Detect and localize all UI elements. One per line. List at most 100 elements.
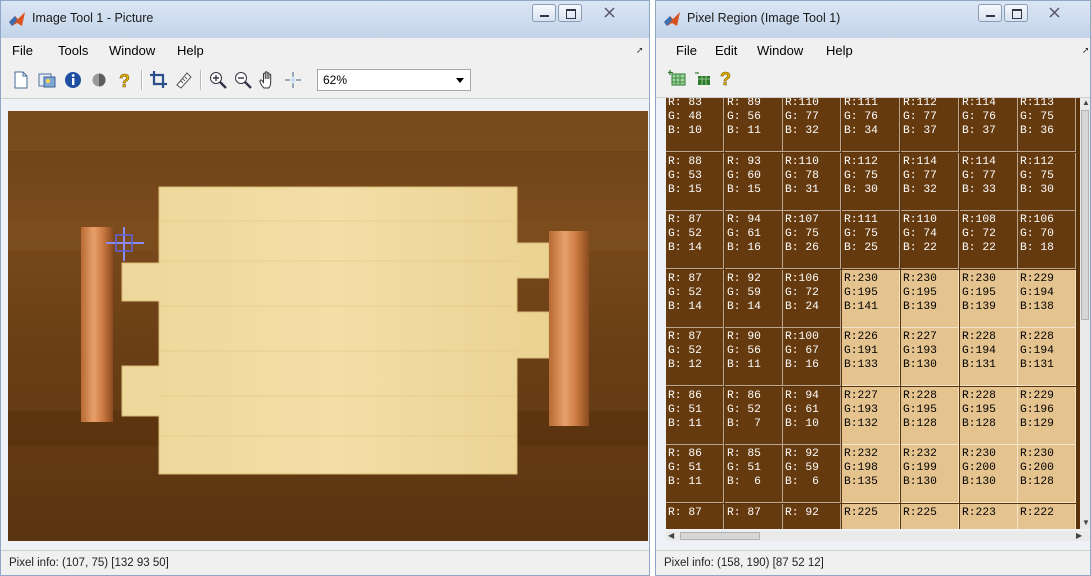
scroll-right-icon[interactable]: ▶ <box>1076 531 1082 540</box>
vertical-scroll-thumb[interactable] <box>1081 110 1089 320</box>
pan-hand-icon[interactable] <box>258 70 278 90</box>
menu-edit[interactable]: Edit <box>715 43 737 58</box>
pixel-cell[interactable]: R: 83 G: 48 B: 10 <box>666 98 724 152</box>
pixel-cell[interactable]: R: 94 G: 61 B: 10 <box>783 387 841 445</box>
pixel-cell[interactable]: R: 92 <box>783 504 841 529</box>
pixel-cell[interactable]: R: 86 G: 51 B: 11 <box>666 387 724 445</box>
pixel-cell[interactable]: R: 92 G: 59 B: 6 <box>783 445 841 503</box>
help-icon[interactable]: ? <box>716 68 736 88</box>
pixel-cell-red-value: R:110 <box>785 156 819 168</box>
pixel-cell[interactable]: R:114 G: 76 B: 37 <box>960 98 1018 152</box>
title-bar[interactable]: Pixel Region (Image Tool 1) <box>656 1 1090 37</box>
horizontal-scroll-thumb[interactable] <box>680 532 760 540</box>
pixel-cell[interactable]: R: 94 G: 61 B: 16 <box>725 211 783 269</box>
pixel-cell[interactable]: R:114 G: 77 B: 32 <box>901 153 959 211</box>
pixel-cell[interactable]: R:108 G: 72 B: 22 <box>960 211 1018 269</box>
pixel-cell[interactable]: R: 89 G: 56 B: 11 <box>725 98 783 152</box>
pixel-cell[interactable]: R: 87 G: 52 B: 14 <box>666 270 724 328</box>
close-button[interactable] <box>1036 4 1076 22</box>
maximize-button[interactable] <box>1004 4 1028 22</box>
maximize-button[interactable] <box>558 4 582 22</box>
scroll-up-icon[interactable]: ▲ <box>1082 98 1090 107</box>
close-button[interactable] <box>591 4 631 22</box>
tile-icon[interactable] <box>693 68 713 88</box>
scroll-left-icon[interactable]: ◀ <box>668 531 674 540</box>
pixel-cell[interactable]: R:228 G:195 B:128 <box>901 387 959 445</box>
pixel-cell[interactable]: R:225 <box>901 504 959 529</box>
pixel-region-icon[interactable] <box>668 68 688 88</box>
minimize-button[interactable] <box>532 4 556 22</box>
pixel-cell[interactable]: R:227 G:193 B:132 <box>842 387 900 445</box>
pixel-cell[interactable]: R:223 <box>960 504 1018 529</box>
pixel-cell[interactable]: R: 86 G: 52 B: 7 <box>725 387 783 445</box>
zoom-level-select[interactable]: 62% <box>317 69 471 91</box>
menu-file[interactable]: File <box>12 43 33 58</box>
pixel-cell[interactable]: R:112 G: 75 B: 30 <box>842 153 900 211</box>
pixel-cell[interactable]: R:227 G:193 B:130 <box>901 328 959 386</box>
pixel-cell[interactable]: R:113 G: 75 B: 36 <box>1018 98 1076 152</box>
horizontal-scrollbar[interactable]: ◀ ▶ <box>666 531 1090 541</box>
minimize-button[interactable] <box>978 4 1002 22</box>
pixel-cell[interactable]: R:114 G: 77 B: 33 <box>960 153 1018 211</box>
pixel-cell[interactable]: R:107 G: 75 B: 26 <box>783 211 841 269</box>
menu-file[interactable]: File <box>676 43 697 58</box>
pixel-cell[interactable]: R:222 <box>1018 504 1076 529</box>
menu-help[interactable]: Help <box>826 43 853 58</box>
vertical-scrollbar[interactable]: ▲ ▼ <box>1080 98 1090 529</box>
pixel-cell[interactable]: R:225 <box>842 504 900 529</box>
info-icon[interactable] <box>63 70 83 90</box>
contrast-icon[interactable] <box>89 70 109 90</box>
pixel-region-icon[interactable] <box>283 70 303 90</box>
measure-distance-icon[interactable] <box>174 70 194 90</box>
pixel-cell[interactable]: R:230 G:195 B:139 <box>901 270 959 328</box>
pixel-cell[interactable]: R: 92 G: 59 B: 14 <box>725 270 783 328</box>
menu-help[interactable]: Help <box>177 43 204 58</box>
zoom-out-icon[interactable] <box>233 70 253 90</box>
pixel-cell[interactable]: R:111 G: 75 B: 25 <box>842 211 900 269</box>
pixel-cell[interactable]: R: 87 G: 52 B: 12 <box>666 328 724 386</box>
copy-image-icon[interactable] <box>37 70 57 90</box>
pixel-cell[interactable]: R:230 G:200 B:128 <box>1018 445 1076 503</box>
pixel-cell[interactable]: R: 86 G: 51 B: 11 <box>666 445 724 503</box>
title-bar[interactable]: Image Tool 1 - Picture <box>1 1 649 37</box>
pixel-cell[interactable]: R:111 G: 76 B: 34 <box>842 98 900 152</box>
pixel-cell[interactable]: R:228 G:194 B:131 <box>1018 328 1076 386</box>
pixel-cell[interactable]: R: 87 G: 52 B: 14 <box>666 211 724 269</box>
pixel-cell[interactable]: R: 90 G: 56 B: 11 <box>725 328 783 386</box>
zoom-in-icon[interactable] <box>208 70 228 90</box>
pixel-cell[interactable]: R: 88 G: 53 B: 15 <box>666 153 724 211</box>
pixel-cell[interactable]: R:110 G: 77 B: 32 <box>783 98 841 152</box>
pixel-cell[interactable]: R:110 G: 74 B: 22 <box>901 211 959 269</box>
scroll-down-icon[interactable]: ▼ <box>1082 518 1090 527</box>
crop-icon[interactable] <box>149 70 169 90</box>
help-icon[interactable]: ? <box>115 70 135 90</box>
pixel-cell[interactable]: R:110 G: 78 B: 31 <box>783 153 841 211</box>
new-figure-icon[interactable] <box>11 70 31 90</box>
pixel-cell[interactable]: R:228 G:195 B:128 <box>960 387 1018 445</box>
pixel-cell[interactable]: R:100 G: 67 B: 16 <box>783 328 841 386</box>
pixel-cell[interactable]: R: 87 <box>666 504 724 529</box>
pixel-cell[interactable]: R: 93 G: 60 B: 15 <box>725 153 783 211</box>
menu-dock-arrow-icon[interactable]: ➚ <box>636 45 644 56</box>
menu-dock-arrow-icon[interactable]: ➚ <box>1082 45 1090 56</box>
pixel-cell[interactable]: R:112 G: 75 B: 30 <box>1018 153 1076 211</box>
pixel-cell[interactable]: R:112 G: 77 B: 37 <box>901 98 959 152</box>
pixel-cell[interactable]: R:232 G:199 B:130 <box>901 445 959 503</box>
pixel-cell[interactable]: R: 85 G: 51 B: 6 <box>725 445 783 503</box>
pixel-cell[interactable]: R:229 G:194 B:138 <box>1018 270 1076 328</box>
pixel-cell[interactable]: R:106 G: 72 B: 24 <box>783 270 841 328</box>
menu-window[interactable]: Window <box>109 43 155 58</box>
pixel-cell[interactable]: R:226 G:191 B:133 <box>842 328 900 386</box>
menu-window[interactable]: Window <box>757 43 803 58</box>
pixel-cell[interactable]: R:230 G:195 B:139 <box>960 270 1018 328</box>
pixel-cell[interactable]: R:232 G:198 B:135 <box>842 445 900 503</box>
image-canvas[interactable] <box>8 111 648 541</box>
pixel-cell[interactable]: R: 87 <box>725 504 783 529</box>
pixel-cell[interactable]: R:230 G:200 B:130 <box>960 445 1018 503</box>
pixel-cell[interactable]: R:106 G: 70 B: 18 <box>1018 211 1076 269</box>
menu-tools[interactable]: Tools <box>58 43 88 58</box>
pixel-cell[interactable]: R:228 G:194 B:131 <box>960 328 1018 386</box>
pixel-cell[interactable]: R:230 G:195 B:141 <box>842 270 900 328</box>
pixel-region-grid[interactable]: R: 83 G: 48 B: 10 R: 89 G: 56 B: 11 R:110 G: 77… <box>666 98 1080 529</box>
pixel-cell[interactable]: R:229 G:196 B:129 <box>1018 387 1076 445</box>
